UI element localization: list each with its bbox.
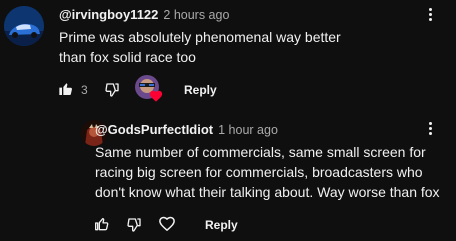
comment-text: Prime was absolutely phenomenal way bett…: [59, 29, 341, 65]
comment-header: @GodsPurfectIdiot 1 hour ago: [95, 122, 278, 137]
comment-text: Same number of commercials, same small s…: [95, 144, 440, 200]
more-vert-icon[interactable]: [425, 120, 435, 138]
thumbs-up-icon: [95, 218, 109, 231]
heart-button[interactable]: [158, 215, 176, 233]
comment-author[interactable]: @GodsPurfectIdiot: [95, 122, 213, 137]
heart-icon: [159, 216, 175, 231]
dislike-button[interactable]: [126, 217, 142, 233]
reply-button[interactable]: Reply: [205, 218, 238, 232]
comment-author[interactable]: @irvingboy1122: [59, 7, 158, 22]
avatar[interactable]: [4, 6, 44, 46]
thumbs-down-icon: [105, 83, 119, 97]
like-button[interactable]: [94, 216, 110, 232]
comment-timestamp[interactable]: 1 hour ago: [218, 123, 278, 137]
thumbs-down-icon: [127, 218, 141, 232]
more-vert-icon[interactable]: [425, 6, 435, 24]
comment-timestamp[interactable]: 2 hours ago: [163, 8, 229, 22]
dislike-button[interactable]: [104, 82, 120, 98]
reply-button[interactable]: Reply: [184, 83, 217, 97]
like-count: 3: [81, 83, 88, 97]
heart-icon: [149, 90, 163, 102]
creator-heart: [133, 73, 165, 105]
thumbs-up-icon: [59, 83, 72, 95]
comment-header: @irvingboy1122 2 hours ago: [59, 7, 229, 22]
like-button[interactable]: [58, 81, 74, 97]
